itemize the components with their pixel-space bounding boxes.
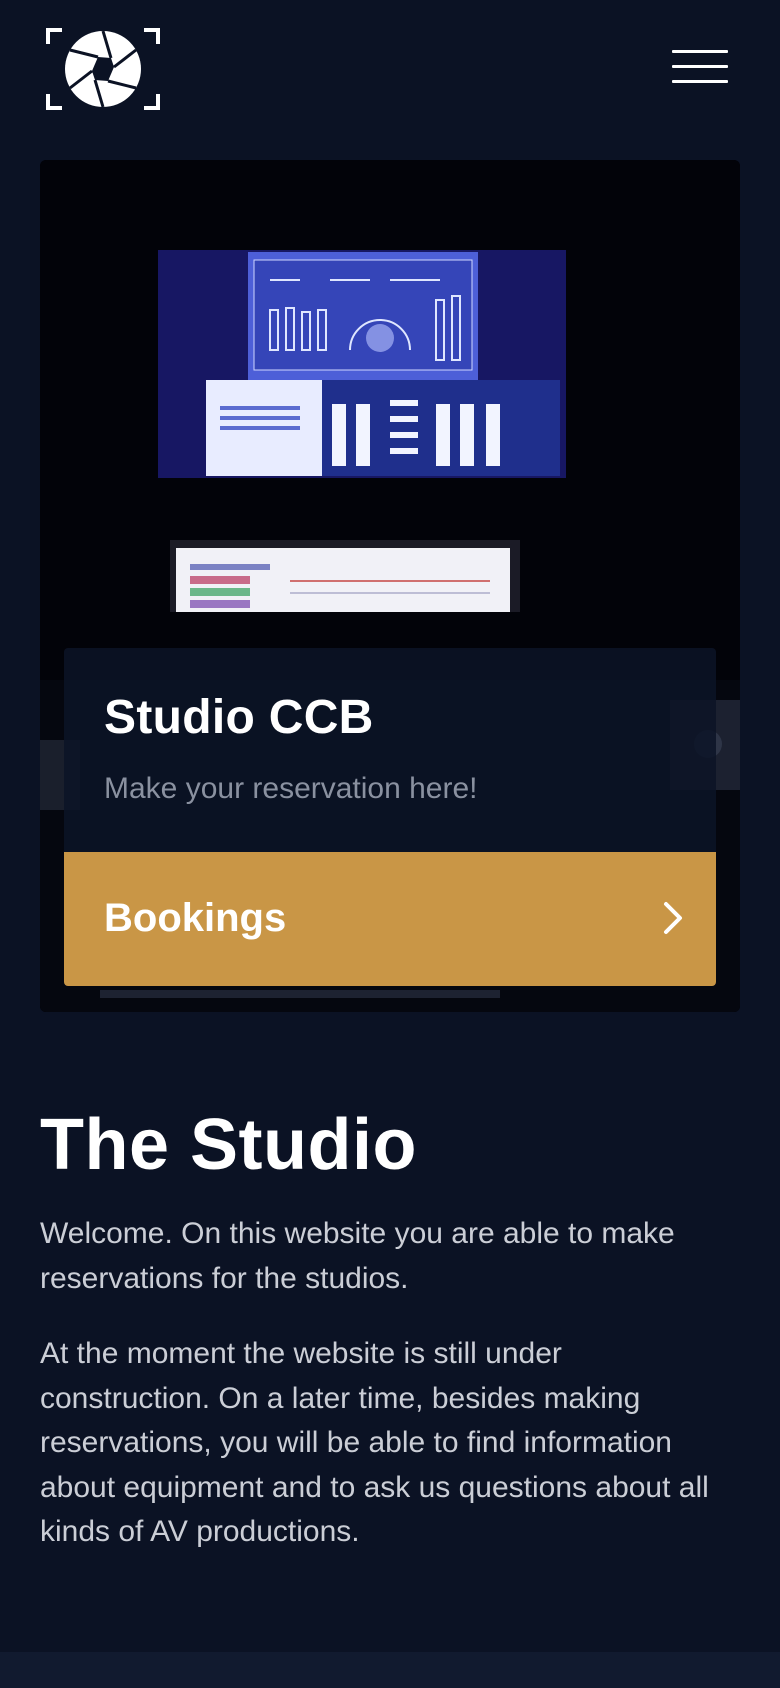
hero-section: Studio CCB Make your reservation here! B…: [40, 160, 740, 1012]
bookings-button-label: Bookings: [104, 896, 287, 940]
chevron-right-icon: [664, 902, 682, 934]
page: Studio CCB Make your reservation here! B…: [0, 0, 780, 1688]
bookings-button[interactable]: Bookings: [64, 852, 716, 986]
construction-paragraph: At the moment the website is still under…: [40, 1337, 709, 1548]
menu-bar: [672, 80, 728, 83]
menu-bar: [672, 50, 728, 53]
hero-card: Studio CCB Make your reservation here!: [64, 648, 716, 852]
camera-aperture-icon[interactable]: [44, 26, 162, 112]
footer-strip: [0, 1652, 780, 1688]
section-heading: The Studio: [40, 1105, 417, 1185]
hero-subtitle: Make your reservation here!: [104, 772, 478, 805]
hamburger-menu-icon[interactable]: [668, 48, 730, 88]
intro-paragraph: Welcome. On this website you are able to…: [40, 1217, 675, 1295]
hero-title: Studio CCB: [104, 691, 374, 744]
menu-bar: [672, 65, 728, 68]
site-header: [0, 0, 780, 150]
